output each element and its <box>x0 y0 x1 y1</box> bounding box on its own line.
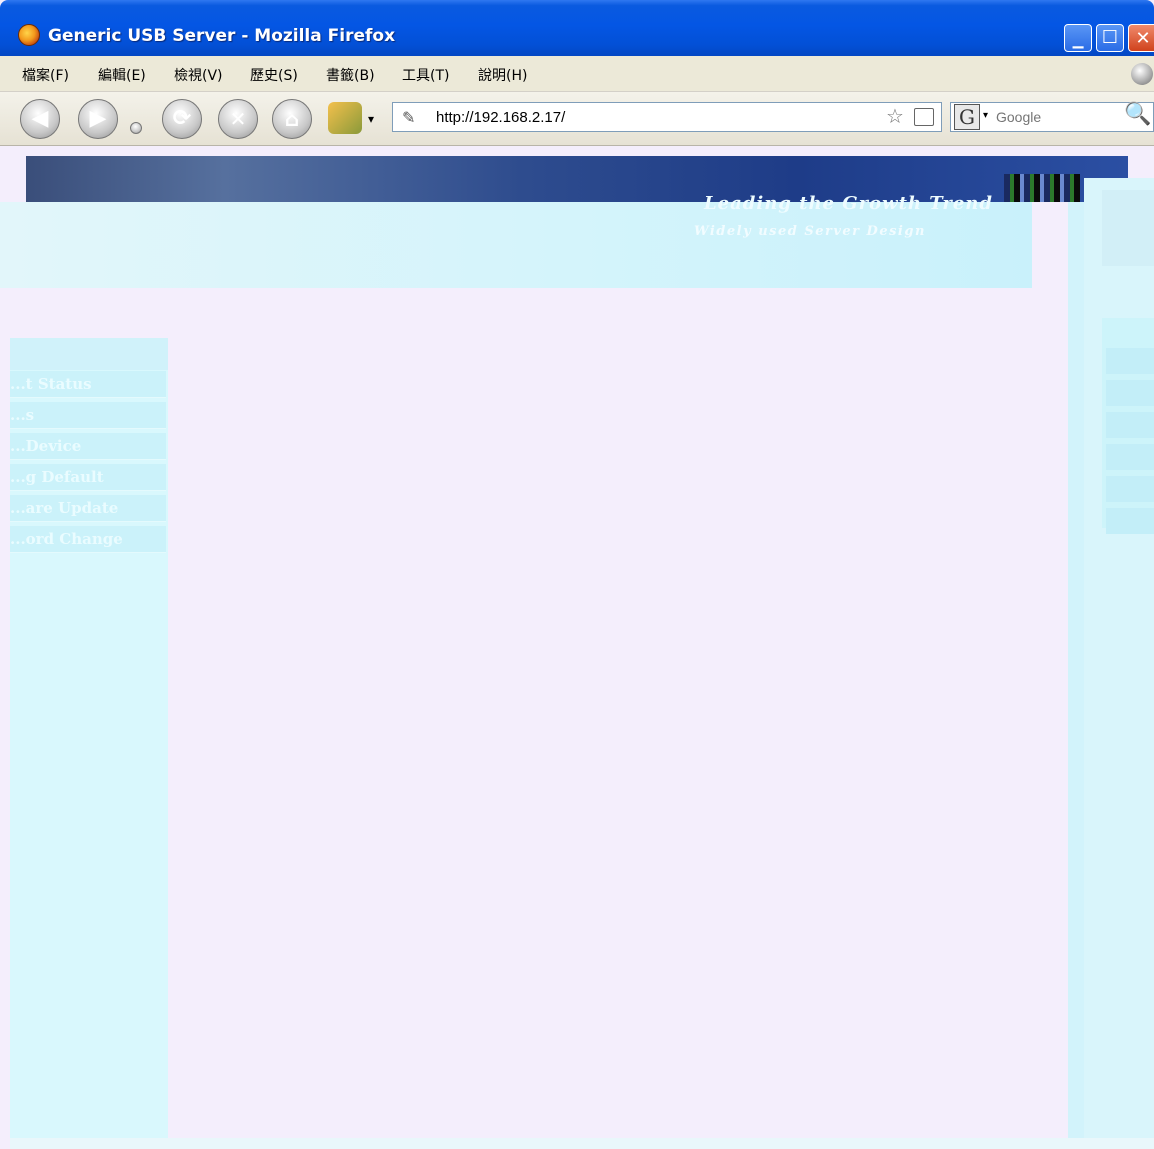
back-button[interactable]: ◀ <box>20 99 60 139</box>
banner-faded-area <box>0 202 1032 288</box>
menu-bar: 檔案(F) 編輯(E) 檢視(V) 歷史(S) 書籤(B) 工具(T) 說明(H… <box>0 56 1154 92</box>
reload-icon: ⟳ <box>172 106 192 131</box>
right-menu-item[interactable] <box>1106 444 1154 470</box>
banner-logo <box>1004 174 1080 202</box>
stop-button[interactable]: ✕ <box>218 99 258 139</box>
minimize-icon: ▁ <box>1072 33 1084 49</box>
throbber-icon <box>1131 63 1153 85</box>
feed-icon[interactable] <box>914 108 934 126</box>
right-header <box>1102 190 1154 266</box>
browser-window: Generic USB Server - Mozilla Firefox ▁ ☐… <box>0 0 1154 1149</box>
home-button[interactable]: ⌂ <box>272 99 312 139</box>
sidebar-item-settings[interactable]: ...s <box>10 402 166 429</box>
bookmark-star-icon[interactable]: ☆ <box>886 104 904 128</box>
search-input[interactable] <box>996 105 1106 129</box>
reload-button[interactable]: ⟳ <box>162 99 202 139</box>
extension-button[interactable] <box>328 102 362 134</box>
sidebar-item-status[interactable]: ...t Status <box>10 371 166 398</box>
right-menu-item[interactable] <box>1106 348 1154 374</box>
title-bar[interactable]: Generic USB Server - Mozilla Firefox ▁ ☐… <box>0 0 1154 56</box>
bottom-strip <box>10 1138 1154 1149</box>
forward-arrow-icon: ▶ <box>89 106 107 131</box>
right-menu-item[interactable] <box>1106 508 1154 534</box>
sidebar-item-firmware-update[interactable]: ...are Update <box>10 495 166 522</box>
maximize-icon: ☐ <box>1101 27 1119 48</box>
sidebar-header <box>10 338 168 370</box>
close-icon: ✕ <box>1135 28 1151 49</box>
banner-subtitle: Widely used Server Design <box>694 224 926 239</box>
forward-button[interactable]: ▶ <box>78 99 118 139</box>
back-arrow-icon: ◀ <box>31 106 49 131</box>
google-icon[interactable]: G <box>954 104 980 130</box>
menu-history[interactable]: 歷史(S) <box>250 65 298 85</box>
right-menu-item[interactable] <box>1106 476 1154 502</box>
search-icon[interactable]: 🔍 <box>1124 102 1151 127</box>
stop-icon: ✕ <box>229 107 247 131</box>
chevron-down-icon[interactable]: ▾ <box>368 112 374 126</box>
right-menu-item[interactable] <box>1106 380 1154 406</box>
window-title: Generic USB Server - Mozilla Firefox <box>48 26 396 46</box>
menu-file[interactable]: 檔案(F) <box>22 65 69 85</box>
history-dropdown-button[interactable] <box>130 122 142 134</box>
home-icon: ⌂ <box>284 107 300 131</box>
sidebar-item-password-change[interactable]: ...ord Change <box>10 526 166 553</box>
menu-bookmarks[interactable]: 書籤(B) <box>326 65 375 85</box>
menu-edit[interactable]: 編輯(E) <box>98 65 146 85</box>
chevron-down-icon[interactable]: ▾ <box>983 110 988 121</box>
maximize-button[interactable]: ☐ <box>1096 24 1124 52</box>
page-icon: ✎ <box>402 108 416 127</box>
close-button[interactable]: ✕ <box>1128 24 1154 52</box>
menu-view[interactable]: 檢視(V) <box>174 65 223 85</box>
menu-tools[interactable]: 工具(T) <box>402 65 449 85</box>
minimize-button[interactable]: ▁ <box>1064 24 1092 52</box>
menu-help[interactable]: 說明(H) <box>478 65 527 85</box>
sidebar-item-default[interactable]: ...g Default <box>10 464 166 491</box>
sidebar-item-device[interactable]: ...Device <box>10 433 166 460</box>
url-input[interactable]: http://192.168.2.17/ <box>436 109 565 126</box>
banner-title: Leading the Growth Trend <box>704 193 993 214</box>
firefox-icon <box>18 24 40 46</box>
main-content-area <box>168 290 1034 1138</box>
right-menu-item[interactable] <box>1106 412 1154 438</box>
